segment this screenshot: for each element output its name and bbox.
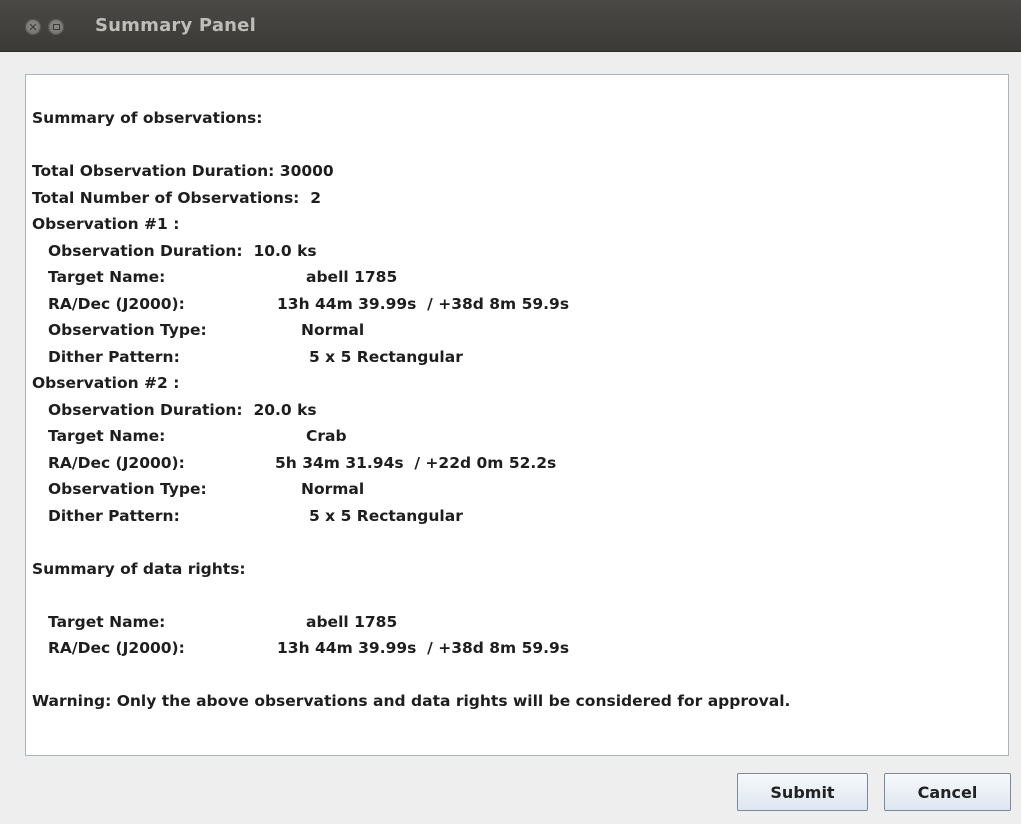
submit-button[interactable]: Submit <box>737 773 868 811</box>
close-window-button[interactable]: ✕ <box>25 19 41 35</box>
observation-duration-value: 20.0 ks <box>253 400 317 419</box>
observation-type-row: Observation Type: Normal <box>32 476 790 503</box>
dither-pattern-label: Dither Pattern: <box>48 347 180 366</box>
observation-type-value: Normal <box>301 321 365 339</box>
rights-radec-row: RA/Dec (J2000): 13h 44m 39.99s / +38d 8m … <box>32 635 790 662</box>
observation-header: Observation #2 : <box>32 374 180 392</box>
rights-target-label: Target Name: <box>48 612 166 631</box>
rights-target-row: Target Name: abell 1785 <box>32 609 790 636</box>
rights-radec-label: RA/Dec (J2000): <box>48 639 185 657</box>
total-count-row: Total Number of Observations: 2 <box>32 185 790 212</box>
title-bar: ✕ Summary Panel <box>0 0 1021 52</box>
maximize-icon <box>52 24 60 30</box>
observations-heading: Summary of observations: <box>32 109 263 127</box>
total-count-label: Total Number of Observations: <box>32 188 300 207</box>
observation-duration-row: Observation Duration: 20.0 ks <box>32 397 790 424</box>
cancel-button[interactable]: Cancel <box>884 773 1011 811</box>
radec-value: 5h 34m 31.94s / +22d 0m 52.2s <box>275 453 557 472</box>
observation-duration-value: 10.0 ks <box>253 241 317 260</box>
observation-type-label: Observation Type: <box>48 321 207 339</box>
target-name-label: Target Name: <box>48 427 166 445</box>
observation-type-label: Observation Type: <box>48 480 207 498</box>
maximize-window-button[interactable] <box>48 19 64 35</box>
dither-pattern-value: 5 x 5 Rectangular <box>309 347 463 366</box>
approval-warning: Warning: Only the above observations and… <box>32 692 791 710</box>
dither-pattern-label: Dither Pattern: <box>48 506 180 525</box>
target-name-value: Crab <box>306 427 347 445</box>
radec-row: RA/Dec (J2000): 13h 44m 39.99s / +38d 8m … <box>32 291 790 318</box>
dither-pattern-row: Dither Pattern: 5 x 5 Rectangular <box>32 344 790 371</box>
radec-row: RA/Dec (J2000): 5h 34m 31.94s / +22d 0m 5… <box>32 450 790 477</box>
total-count-value: 2 <box>310 188 321 207</box>
close-icon: ✕ <box>28 20 38 34</box>
radec-label: RA/Dec (J2000): <box>48 294 185 313</box>
total-duration-label: Total Observation Duration: <box>32 162 275 180</box>
radec-value: 13h 44m 39.99s / +38d 8m 59.9s <box>277 294 570 313</box>
dither-pattern-row: Dither Pattern: 5 x 5 Rectangular <box>32 503 790 530</box>
target-name-label: Target Name: <box>48 268 166 286</box>
target-name-value: abell 1785 <box>306 268 398 286</box>
observation-header: Observation #1 : <box>32 215 180 233</box>
window-title: Summary Panel <box>95 15 256 36</box>
summary-text: Summary of observations: Total Observati… <box>32 105 790 715</box>
observation-type-row: Observation Type: Normal <box>32 317 790 344</box>
target-name-row: Target Name: abell 1785 <box>32 264 790 291</box>
observation-duration-label: Observation Duration: <box>48 241 243 260</box>
total-duration-value: 30000 <box>279 162 334 180</box>
rights-target-value: abell 1785 <box>306 612 398 631</box>
observation-duration-label: Observation Duration: <box>48 400 243 419</box>
total-duration-row: Total Observation Duration: 30000 <box>32 158 790 185</box>
observation-duration-row: Observation Duration: 10.0 ks <box>32 238 790 265</box>
summary-panel: Summary of observations: Total Observati… <box>25 74 1009 756</box>
dither-pattern-value: 5 x 5 Rectangular <box>309 506 463 525</box>
observation-type-value: Normal <box>301 480 365 498</box>
rights-radec-value: 13h 44m 39.99s / +38d 8m 59.9s <box>277 639 570 657</box>
target-name-row: Target Name: Crab <box>32 423 790 450</box>
data-rights-heading: Summary of data rights: <box>32 559 246 578</box>
radec-label: RA/Dec (J2000): <box>48 453 185 472</box>
